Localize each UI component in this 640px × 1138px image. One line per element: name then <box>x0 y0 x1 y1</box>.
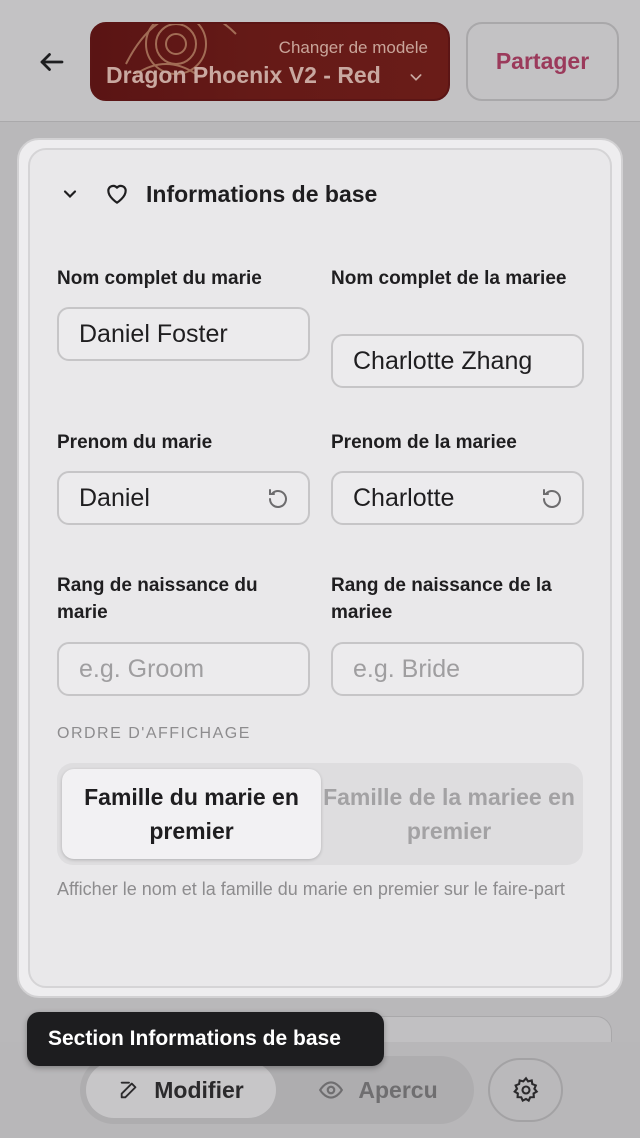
bride-first-name-field[interactable] <box>331 471 584 525</box>
display-order-help: Afficher le nom et la famille du marie e… <box>57 879 565 899</box>
edit-icon <box>121 1081 137 1099</box>
bride-birth-rank-label: Rang de naissance de la mariee <box>331 575 552 623</box>
section-tooltip: Section Informations de base <box>27 1012 384 1066</box>
bride-birth-rank-input[interactable] <box>353 654 553 684</box>
share-button[interactable]: Partager <box>466 22 619 101</box>
eye-icon <box>319 1081 344 1099</box>
groom-first-name-input[interactable] <box>79 483 279 513</box>
groom-full-name-field[interactable] <box>57 307 310 361</box>
modify-label: Modifier <box>154 1076 244 1103</box>
heart-icon-wrap <box>104 181 134 207</box>
reset-icon[interactable] <box>266 487 290 511</box>
bride-first-name-label: Prenom de la mariee <box>331 432 517 453</box>
display-order-label: ORDRE D'AFFICHAGE <box>57 725 251 742</box>
template-hint: Changer de modele <box>278 38 428 57</box>
groom-full-name-label: Nom complet du marie <box>57 268 262 289</box>
settings-button[interactable] <box>488 1058 563 1122</box>
section-header[interactable]: Informations de base <box>60 172 377 216</box>
gear-icon <box>512 1076 538 1103</box>
groom-birth-rank-field[interactable] <box>57 642 310 696</box>
chevron-down-icon <box>63 190 77 199</box>
modify-tab[interactable]: Modifier <box>86 1062 276 1118</box>
arrow-left-icon <box>40 53 64 71</box>
top-header: Changer de modele Dragon Phoenix V2 - Re… <box>0 0 640 122</box>
back-button[interactable] <box>30 40 74 84</box>
reset-icon[interactable] <box>540 487 564 511</box>
preview-label: Apercu <box>358 1076 438 1103</box>
groom-full-name-input[interactable] <box>79 319 279 349</box>
section-title: Informations de base <box>146 180 378 207</box>
bride-first-name-input[interactable] <box>353 483 553 513</box>
order-option-bride-first[interactable]: Famille de la mariee en premier <box>321 769 577 859</box>
bride-full-name-field[interactable] <box>331 334 584 388</box>
bride-full-name-label: Nom complet de la mariee <box>331 268 567 289</box>
preview-tab[interactable]: Apercu <box>290 1062 466 1118</box>
groom-birth-rank-input[interactable] <box>79 654 279 684</box>
groom-first-name-label: Prenom du marie <box>57 432 213 453</box>
template-name: Dragon Phoenix V2 - Red <box>106 62 381 88</box>
bride-birth-rank-field[interactable] <box>331 642 584 696</box>
collapse-toggle[interactable] <box>60 184 90 204</box>
template-selector[interactable]: Changer de modele Dragon Phoenix V2 - Re… <box>90 22 450 101</box>
bride-full-name-input[interactable] <box>353 346 553 376</box>
groom-first-name-field[interactable] <box>57 471 310 525</box>
groom-birth-rank-label: Rang de naissance du marie <box>57 575 258 623</box>
order-option-groom-first[interactable]: Famille du marie en premier <box>62 769 321 859</box>
chevron-down-icon <box>410 74 422 81</box>
heart-icon <box>107 184 127 204</box>
